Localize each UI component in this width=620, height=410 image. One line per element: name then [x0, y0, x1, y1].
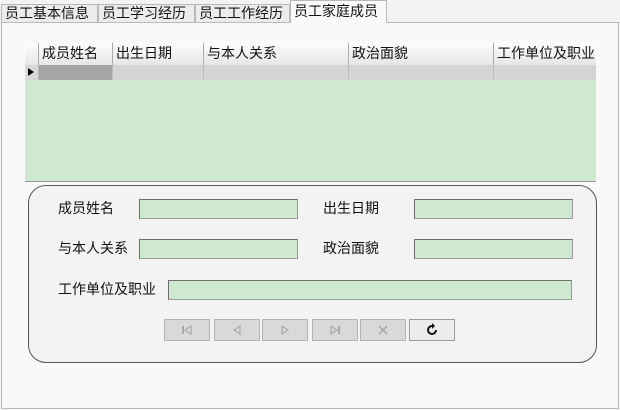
name-label: 成员姓名 [58, 201, 114, 217]
work-unit-field[interactable] [168, 280, 572, 300]
last-record-button[interactable] [312, 319, 358, 341]
cancel-edit-icon [378, 325, 388, 335]
tab-strip: 员工基本信息 员工学习经历 员工工作经历 员工家庭成员 [0, 0, 620, 23]
relation-field[interactable] [139, 239, 298, 259]
next-record-button[interactable] [262, 319, 308, 341]
first-record-icon [182, 324, 192, 336]
column-header-relation[interactable]: 与本人关系 [203, 43, 348, 65]
grid-cell-political-status[interactable] [348, 65, 493, 80]
grid-header: 成员姓名 出生日期 与本人关系 政治面貌 工作单位及职业 [25, 43, 596, 66]
grid-cell-name[interactable] [38, 65, 112, 80]
tab-work-history[interactable]: 员工工作经历 [195, 4, 290, 22]
row-indicator-icon [25, 65, 39, 80]
first-record-button[interactable] [164, 319, 210, 341]
column-header-name[interactable]: 成员姓名 [38, 43, 112, 65]
prior-record-icon [232, 324, 241, 336]
column-header-birth-date[interactable]: 出生日期 [112, 43, 203, 65]
grid-cell-relation[interactable] [203, 65, 348, 80]
name-field[interactable] [139, 199, 298, 219]
political-status-field[interactable] [414, 239, 573, 259]
work-unit-label: 工作单位及职业 [58, 282, 156, 298]
birth-date-label: 出生日期 [323, 201, 379, 217]
column-header-work-unit[interactable]: 工作单位及职业 [493, 43, 596, 65]
relation-label: 与本人关系 [58, 241, 128, 257]
grid-cell-birth-date[interactable] [112, 65, 203, 80]
tab-family-members[interactable]: 员工家庭成员 [290, 0, 387, 23]
birth-date-field[interactable] [414, 199, 573, 219]
last-record-icon [330, 324, 340, 336]
tab-basic-info[interactable]: 员工基本信息 [1, 4, 98, 22]
next-record-icon [281, 324, 290, 336]
family-members-grid[interactable]: 成员姓名 出生日期 与本人关系 政治面貌 工作单位及职业 [25, 43, 596, 182]
prior-record-button[interactable] [214, 319, 260, 341]
refresh-icon [427, 323, 437, 335]
cancel-edit-button[interactable] [360, 319, 406, 341]
column-header-political-status[interactable]: 政治面貌 [348, 43, 493, 65]
grid-cell-work-unit[interactable] [493, 65, 596, 80]
political-status-label: 政治面貌 [323, 241, 379, 257]
tab-study-history[interactable]: 员工学习经历 [98, 4, 195, 22]
refresh-button[interactable] [409, 319, 455, 341]
